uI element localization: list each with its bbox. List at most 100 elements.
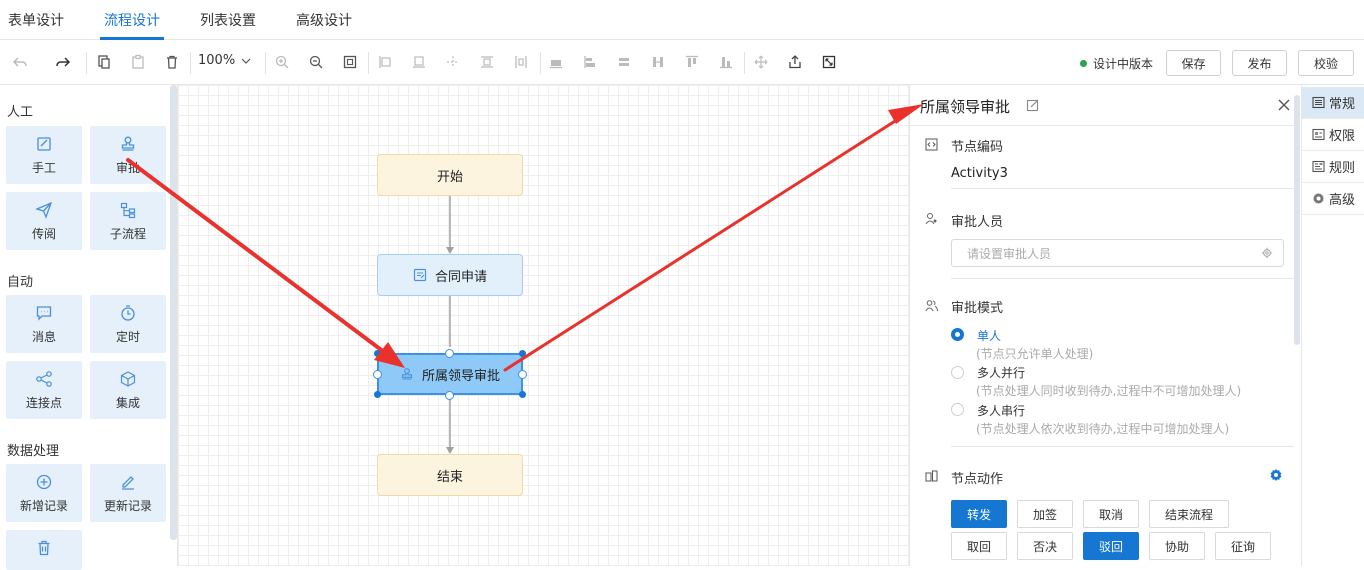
mode-label-parallel[interactable]: 多人并行 [977, 364, 1025, 381]
resize-handle-bottom-right[interactable] [519, 391, 526, 398]
action-assist-button[interactable]: 协助 [1149, 532, 1205, 560]
align-bottom-icon[interactable] [409, 52, 429, 72]
palette-scrollbar[interactable] [170, 85, 177, 540]
action-end-flow-button[interactable]: 结束流程 [1149, 500, 1229, 528]
undo-icon[interactable] [10, 52, 30, 72]
zoom-out-icon[interactable] [306, 52, 326, 72]
mode-label-single[interactable]: 单人 [977, 327, 1001, 344]
approver-input[interactable]: 请设置审批人员 [951, 239, 1284, 267]
actions-label: 节点动作 [951, 472, 1004, 487]
subprocess-icon [119, 201, 137, 219]
fullscreen-icon[interactable] [819, 52, 839, 72]
publish-button[interactable]: 发布 [1232, 50, 1287, 76]
palette-item-integration[interactable]: 集成 [90, 361, 166, 419]
distribute-icon[interactable] [511, 52, 531, 72]
flow-connectors [446, 195, 454, 454]
side-tab-advanced[interactable]: 高级 [1302, 183, 1364, 215]
flow-canvas[interactable]: 开始 合同申请 所属领导审批 结束 [178, 85, 909, 566]
move-icon[interactable] [751, 52, 771, 72]
action-forward-button[interactable]: 转发 [951, 500, 1007, 528]
settings-gear-icon[interactable] [1269, 468, 1283, 482]
delete-icon[interactable] [162, 52, 182, 72]
palette-item-circulate[interactable]: 传阅 [6, 192, 82, 250]
side-tab-permission[interactable]: 权限 [1302, 119, 1364, 151]
flow-node-leader-approval[interactable]: 所属领导审批 [377, 353, 523, 395]
divider [910, 125, 1294, 126]
tab-flow-design[interactable]: 流程设计 [104, 10, 160, 30]
palette-item-manual[interactable]: 手工 [6, 126, 82, 184]
export-icon[interactable] [785, 52, 805, 72]
panel-scrollbar[interactable] [1294, 95, 1300, 345]
palette-item-add-record[interactable]: 新增记录 [6, 464, 82, 522]
side-tab-rules[interactable]: 规则 [1302, 151, 1364, 183]
flow-node-contract-apply[interactable]: 合同申请 [377, 254, 523, 296]
action-reject-button[interactable]: 驳回 [1083, 532, 1139, 560]
align-left-edge-icon[interactable] [580, 52, 600, 72]
send-icon [35, 201, 53, 219]
zoom-select[interactable]: 100% [198, 53, 251, 68]
palette-item-delete-record[interactable] [6, 530, 82, 570]
rules-icon [1312, 160, 1325, 173]
divider [951, 278, 1294, 279]
flow-node-end[interactable]: 结束 [377, 454, 523, 496]
mode-hint-serial: (节点处理人依次收到待办,过程中可增加处理人) [976, 422, 1230, 436]
close-icon[interactable] [1277, 98, 1291, 112]
cube-icon [119, 370, 137, 388]
palette-item-timer[interactable]: 定时 [90, 295, 166, 353]
palette-item-update-record[interactable]: 更新记录 [90, 464, 166, 522]
gear-icon[interactable] [1261, 247, 1273, 259]
zoom-in-icon[interactable] [272, 52, 292, 72]
node-label: 结束 [436, 469, 463, 485]
trash-icon [35, 539, 53, 557]
edit-icon[interactable] [1026, 98, 1040, 112]
status-dot [1080, 60, 1087, 67]
tab-advanced-design[interactable]: 高级设计 [296, 10, 352, 30]
toolbar-divider [86, 52, 87, 74]
tab-list-settings[interactable]: 列表设置 [200, 10, 256, 30]
node-palette: 人工 手工 审批 传阅 子流程 自动 消息 定时 连接点 集成 数据处理 新增记… [0, 85, 178, 570]
mode-radio-single[interactable] [951, 328, 964, 341]
action-add-sign-button[interactable]: 加签 [1017, 500, 1073, 528]
tab-form-design[interactable]: 表单设计 [8, 10, 64, 30]
copy-icon[interactable] [94, 52, 114, 72]
same-width-icon[interactable] [614, 52, 634, 72]
align-center-icon[interactable] [443, 52, 463, 72]
palette-item-message[interactable]: 消息 [6, 295, 82, 353]
node-handle-bottom[interactable] [445, 391, 454, 400]
action-consult-button[interactable]: 征询 [1215, 532, 1271, 560]
action-veto-button[interactable]: 否决 [1017, 532, 1073, 560]
vertical-align-icon[interactable] [682, 52, 702, 72]
side-tab-general[interactable]: 常规 [1302, 87, 1364, 119]
mode-radio-serial[interactable] [951, 403, 964, 416]
palette-item-connector[interactable]: 连接点 [6, 361, 82, 419]
save-button[interactable]: 保存 [1166, 50, 1221, 76]
mode-label: 审批模式 [951, 301, 1004, 316]
fit-screen-icon[interactable] [340, 52, 360, 72]
align-left-icon[interactable] [375, 52, 395, 72]
resize-handle-top-left[interactable] [374, 350, 381, 357]
user-icon [924, 211, 938, 225]
mode-radio-parallel[interactable] [951, 366, 964, 379]
action-retrieve-button[interactable]: 取回 [951, 532, 1007, 560]
same-height-icon[interactable] [648, 52, 668, 72]
validate-button[interactable]: 校验 [1298, 50, 1354, 76]
align-top-icon[interactable] [546, 52, 566, 72]
palette-item-subprocess[interactable]: 子流程 [90, 192, 166, 250]
code-icon [924, 137, 938, 151]
resize-handle-bottom-left[interactable] [374, 391, 381, 398]
flow-node-start[interactable]: 开始 [377, 154, 523, 196]
palette-item-label: 更新记录 [103, 498, 152, 513]
node-handle-left[interactable] [373, 370, 382, 379]
redo-icon[interactable] [53, 52, 73, 72]
property-panel: 所属领导审批 节点编码 Activity3 审批人员 请设置审批人员 审批模式 … [909, 85, 1301, 566]
mode-label-serial[interactable]: 多人串行 [977, 402, 1025, 419]
node-code-value[interactable]: Activity3 [951, 166, 1008, 181]
resize-handle-top-right[interactable] [519, 350, 526, 357]
paste-icon[interactable] [128, 52, 148, 72]
horizontal-align-icon[interactable] [716, 52, 736, 72]
palette-item-approval[interactable]: 审批 [90, 126, 166, 184]
align-middle-icon[interactable] [477, 52, 497, 72]
node-handle-top[interactable] [445, 349, 454, 358]
node-handle-right[interactable] [518, 370, 527, 379]
action-cancel-button[interactable]: 取消 [1083, 500, 1139, 528]
